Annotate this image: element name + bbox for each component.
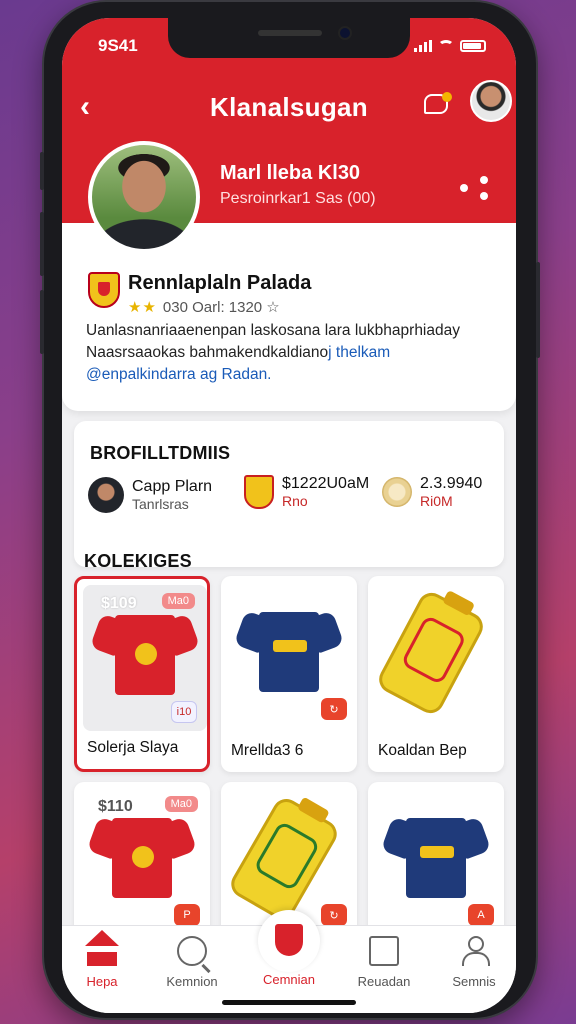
stat-sub: Rno: [282, 493, 308, 509]
club-shield-icon: [88, 272, 120, 308]
nav-label: Hepa: [86, 974, 118, 989]
volume-up-button: [40, 212, 44, 276]
stats-card: BROFILLTDMIIS Capp Plarn Tanrlsras $1222…: [74, 421, 504, 571]
bio-handle-link[interactable]: @enpalkindarra ag Radan.: [86, 364, 506, 386]
stat-item[interactable]: Capp Plarn Tanrlsras: [88, 477, 212, 513]
collection-item[interactable]: ↻ Mrellda3 6: [221, 576, 357, 772]
nav-item-home[interactable]: Hepa: [62, 930, 142, 989]
inbox-icon: [369, 936, 399, 966]
jersey-blue-icon: [380, 812, 492, 902]
nav-label: Cemnian: [262, 972, 316, 987]
stat-value: 2.3.9940: [420, 475, 483, 492]
bottom-nav: Hepa Kemnion Cemnian Reuadan Semnis: [62, 910, 516, 1013]
stats-title: BROFILLTDMIIS: [90, 443, 231, 463]
avatar[interactable]: [470, 80, 512, 122]
home-indicator: [222, 1000, 356, 1005]
bio-line: Naasrsaaokas bahmakendkaldianoj thelkam: [86, 344, 391, 361]
club-shield-icon: [244, 475, 274, 509]
signal-icon: [414, 40, 432, 52]
stat-value: Capp Plarn: [132, 478, 213, 495]
nav-item-center[interactable]: Cemnian: [249, 972, 329, 987]
nav-label: Reuadan: [357, 974, 411, 989]
item-badge: ↻: [321, 904, 347, 926]
avatar: [88, 477, 124, 513]
profile-bio: Uanlasnanriaaenenpan laskosana lara lukb…: [86, 320, 506, 386]
wifi-icon: [438, 40, 454, 52]
item-label: Mrellda3 6: [231, 742, 304, 759]
status-bar: 9S41: [98, 36, 486, 56]
profile-name: Marl lleba Kl30: [220, 162, 361, 184]
jersey-blue-icon: [233, 606, 345, 696]
club-name: Rennlaplaln Palada: [128, 272, 312, 294]
user-icon: [459, 936, 490, 966]
collection-title: KOLEKIGES: [84, 551, 192, 571]
club-rating: ★★ 030 Oarl: 1320 ☆: [128, 298, 280, 316]
profile-subtitle: Pesroinrkar1 Sas (00): [220, 190, 376, 207]
jersey-red-icon: [89, 609, 201, 699]
stat-sub: Tanrlsras: [132, 496, 189, 512]
search-icon: [177, 936, 207, 966]
rating-text: 030 Oarl: 1320 ☆: [162, 299, 280, 316]
item-label: Koaldan Bep: [378, 742, 467, 759]
mute-switch: [40, 152, 44, 190]
share-icon[interactable]: [460, 176, 492, 200]
stat-sub: Ri0M: [420, 493, 453, 509]
jersey-red-icon: [86, 812, 198, 902]
club-shield-icon[interactable]: [258, 910, 320, 972]
nav-item-search[interactable]: Kemnion: [152, 936, 232, 989]
collection-item[interactable]: Koaldan Bep: [368, 576, 504, 772]
item-label: Solerja Slaya: [87, 739, 179, 756]
battery-icon: [460, 40, 486, 52]
top-bar: ‹ Klanalsugan: [62, 80, 516, 130]
nav-label: Semnis: [452, 974, 496, 989]
profile-photo[interactable]: [88, 141, 200, 253]
item-tag: Ma0: [161, 593, 195, 609]
bio-line: Uanlasnanriaaenenpan laskosana lara lukb…: [86, 322, 460, 339]
home-icon: [85, 930, 119, 966]
nav-item-inbox[interactable]: Reuadan: [344, 936, 424, 989]
item-badge: A: [468, 904, 494, 926]
item-badge: P: [174, 904, 200, 926]
app-screen: 9S41 ‹ Klanalsugan Marl lleba Kl30 Pesro…: [62, 18, 516, 1013]
volume-down-button: [40, 290, 44, 354]
star-icon: ★★: [128, 299, 157, 316]
status-time: 9S41: [98, 36, 138, 55]
collection-item[interactable]: $109 Ma0 i10 Solerja Slaya: [74, 576, 210, 772]
nav-item-profile[interactable]: Semnis: [434, 936, 514, 989]
power-button: [536, 262, 540, 358]
nav-label: Kemnion: [166, 974, 218, 989]
item-badge: ↻: [321, 698, 347, 720]
stat-value: $1222U0aM: [282, 475, 370, 492]
item-badge: i10: [171, 701, 197, 723]
stat-item[interactable]: 2.3.9940 Ri0M: [382, 475, 482, 509]
item-tag: Ma0: [164, 796, 198, 812]
coin-icon: [382, 477, 412, 507]
bio-link[interactable]: j thelkam: [328, 344, 390, 361]
stat-item[interactable]: $1222U0aM Rno: [244, 475, 369, 509]
chat-icon[interactable]: [424, 92, 452, 114]
